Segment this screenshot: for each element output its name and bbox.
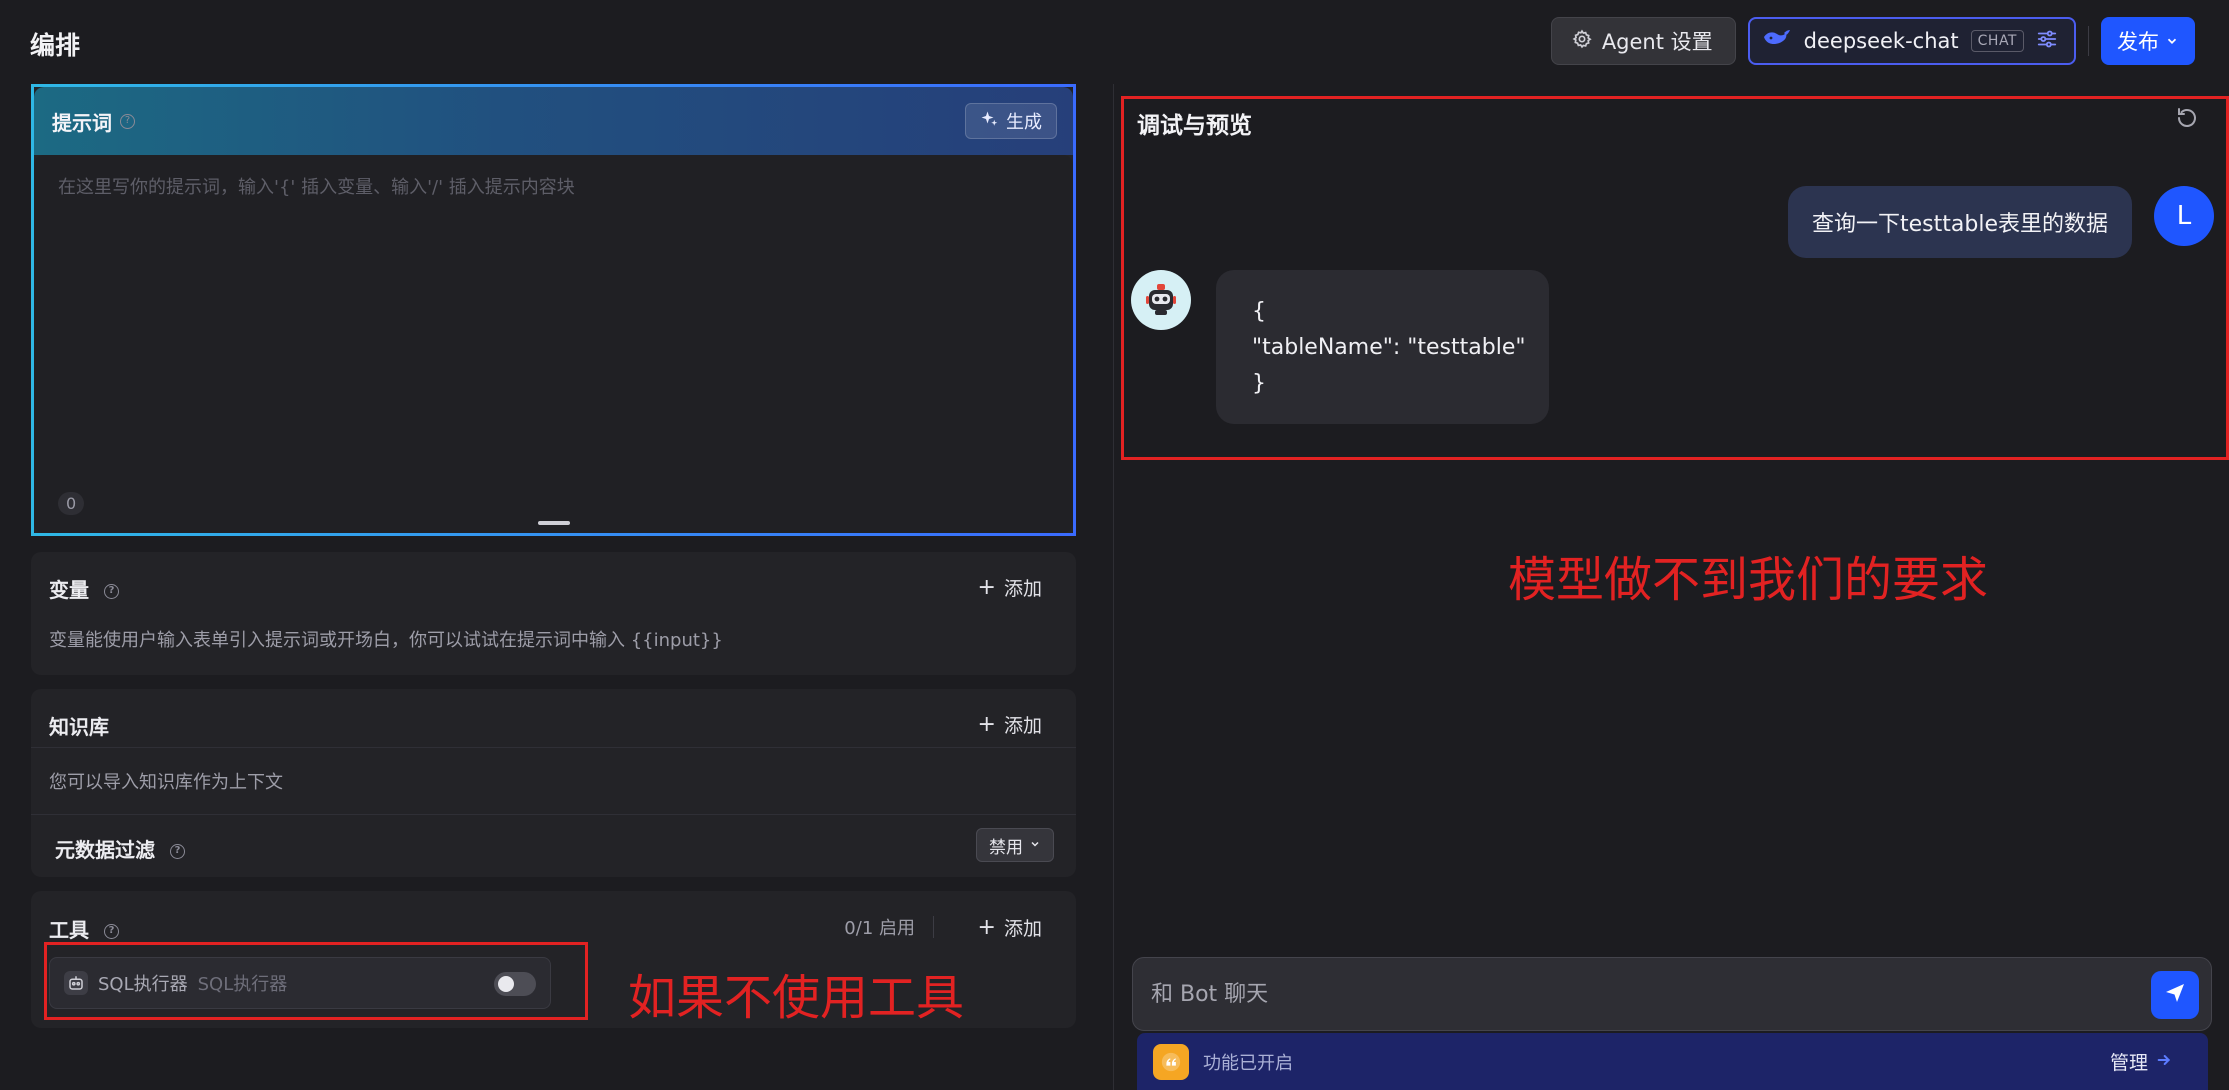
add-variable-button[interactable]: + 添加 <box>978 574 1042 601</box>
help-icon[interactable]: ? <box>120 113 135 129</box>
prompt-title: 提示词 <box>52 110 112 135</box>
help-icon[interactable]: ? <box>103 584 119 599</box>
variables-section: 变量 ? + 添加 变量能使用户输入表单引入提示词或开场白，你可以试试在提示词中… <box>31 552 1076 675</box>
prompt-header: 提示词 ? 生成 <box>34 87 1073 155</box>
publish-label: 发布 <box>2117 30 2159 54</box>
whale-logo-icon <box>1762 28 1792 55</box>
page-root: 编排 Agent 设置 deepseek-chat CHAT 发布 提示词 ? … <box>0 0 2229 1090</box>
chat-input-wrap <box>1132 957 2212 1031</box>
add-tool-label: 添加 <box>1003 918 1042 940</box>
chat-input[interactable] <box>1151 981 2193 1007</box>
knowledge-title: 知识库 <box>49 715 109 739</box>
tools-enabled-wrap: 0/1 启用 <box>844 914 934 940</box>
publish-button[interactable]: 发布 <box>2101 17 2195 65</box>
model-name: deepseek-chat <box>1803 29 1959 53</box>
variables-title: 变量 <box>49 578 89 602</box>
generate-button[interactable]: 生成 <box>965 103 1057 139</box>
gear-icon <box>1572 29 1592 54</box>
model-selector[interactable]: deepseek-chat CHAT <box>1747 17 2076 65</box>
manage-label: 管理 <box>2109 1052 2148 1074</box>
plus-icon: + <box>977 711 996 737</box>
tools-title-wrap: 工具 ? <box>49 914 119 943</box>
prompt-card-inner: 提示词 ? 生成 在这里写你的提示词，输入'{' 插入变量、输入'/' 插入提示… <box>34 87 1073 533</box>
agent-settings-button[interactable]: Agent 设置 <box>1550 17 1736 65</box>
add-knowledge-label: 添加 <box>1003 715 1042 737</box>
annotation-box-preview <box>1121 96 2229 460</box>
annotation-text-preview: 模型做不到我们的要求 <box>1508 552 1989 608</box>
settings-sliders-icon[interactable] <box>2036 28 2058 55</box>
meta-filter-title-wrap: 元数据过滤 ? <box>55 834 185 863</box>
meta-filter-value: 禁用 <box>989 837 1023 858</box>
divider <box>31 814 1076 815</box>
char-count: 0 <box>58 492 85 515</box>
add-tool-button[interactable]: + 添加 <box>978 914 1042 941</box>
help-icon[interactable]: ? <box>103 924 119 939</box>
resize-handle[interactable] <box>537 521 570 525</box>
model-type-badge: CHAT <box>1970 30 2024 52</box>
column-divider <box>1113 84 1114 1090</box>
plus-icon: + <box>977 914 996 940</box>
topbar-actions: Agent 设置 deepseek-chat CHAT 发布 <box>1550 17 2195 65</box>
plus-icon: + <box>977 574 996 600</box>
variables-title-wrap: 变量 ? <box>49 574 119 603</box>
generate-label: 生成 <box>1006 112 1042 133</box>
send-icon <box>2163 981 2187 1009</box>
send-button[interactable] <box>2151 971 2199 1019</box>
agent-settings-label: Agent 设置 <box>1601 30 1713 54</box>
add-variable-label: 添加 <box>1003 578 1042 600</box>
sparkle-icon <box>980 110 998 133</box>
divider <box>933 916 934 938</box>
annotation-text-tools: 如果不使用工具 <box>628 970 965 1026</box>
knowledge-description: 您可以导入知识库作为上下文 <box>49 772 283 793</box>
help-icon[interactable]: ? <box>169 844 185 859</box>
chevron-down-icon <box>1029 835 1041 855</box>
quote-icon <box>1153 1043 1189 1080</box>
meta-filter-title: 元数据过滤 <box>55 838 155 862</box>
variables-description: 变量能使用户输入表单引入提示词或开场白，你可以试试在提示词中输入 {{input… <box>49 630 723 651</box>
divider <box>31 747 1076 748</box>
annotation-box-tools <box>44 942 588 1020</box>
feature-status-text: 功能已开启 <box>1203 1052 1293 1074</box>
prompt-editor[interactable]: 在这里写你的提示词，输入'{' 插入变量、输入'/' 插入提示内容块 0 <box>34 155 1073 533</box>
add-knowledge-button[interactable]: + 添加 <box>978 711 1042 738</box>
feature-status-bar: 功能已开启 管理 <box>1137 1033 2208 1090</box>
meta-filter-select[interactable]: 禁用 <box>976 828 1054 862</box>
manage-link[interactable]: 管理 <box>2110 1048 2172 1075</box>
page-title: 编排 <box>30 31 81 60</box>
prompt-placeholder: 在这里写你的提示词，输入'{' 插入变量、输入'/' 插入提示内容块 <box>58 177 575 198</box>
tools-title: 工具 <box>49 918 89 942</box>
arrow-right-icon <box>2156 1051 2172 1073</box>
chevron-down-icon <box>2165 29 2179 53</box>
topbar-divider <box>2088 26 2089 56</box>
tools-enabled-count: 0/1 启用 <box>844 918 915 939</box>
prompt-card: 提示词 ? 生成 在这里写你的提示词，输入'{' 插入变量、输入'/' 插入提示… <box>31 84 1076 536</box>
knowledge-section: 知识库 + 添加 您可以导入知识库作为上下文 元数据过滤 ? 禁用 <box>31 689 1076 877</box>
